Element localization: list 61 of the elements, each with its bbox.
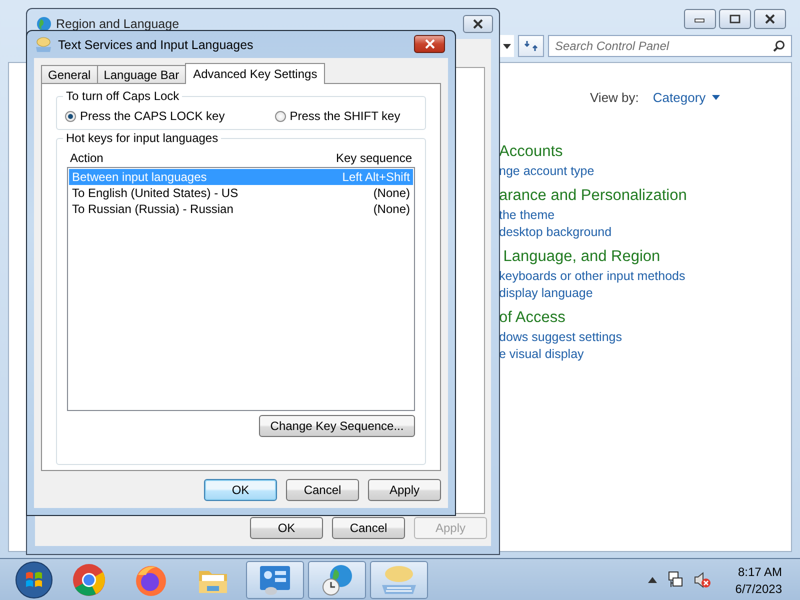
task-link[interactable]: dows suggest settings bbox=[499, 329, 687, 346]
taskbar-button[interactable] bbox=[308, 561, 366, 599]
window-title: Region and Language bbox=[56, 17, 180, 31]
task-link[interactable]: keyboards or other input methods bbox=[499, 268, 687, 285]
dialog-button[interactable]: Cancel bbox=[332, 517, 405, 539]
view-by-label: View by: bbox=[590, 90, 639, 105]
tab[interactable]: Language Bar bbox=[96, 65, 186, 83]
search-icon bbox=[773, 40, 785, 52]
list-row[interactable]: To English (United States) - US (None) bbox=[69, 185, 413, 201]
firefox-icon bbox=[134, 563, 168, 597]
clock[interactable]: 8:17 AM 6/7/2023 bbox=[735, 564, 782, 596]
category-link[interactable]: Language, and Region bbox=[499, 246, 687, 268]
dialog-button[interactable]: OK bbox=[204, 479, 277, 501]
keyboard-icon bbox=[379, 563, 419, 597]
close-button[interactable] bbox=[463, 15, 493, 33]
close-icon bbox=[472, 19, 484, 29]
close-icon bbox=[424, 39, 436, 49]
taskbar-button[interactable] bbox=[370, 561, 428, 599]
category-link[interactable]: of Access bbox=[499, 307, 687, 329]
globe-icon bbox=[36, 16, 52, 32]
search-field[interactable]: Search Control Panel bbox=[548, 35, 792, 57]
dropdown-button[interactable] bbox=[500, 35, 514, 57]
caret-icon bbox=[712, 95, 720, 100]
category-link[interactable]: Accounts bbox=[499, 141, 687, 163]
task-link[interactable]: the theme bbox=[499, 207, 687, 224]
close-button[interactable] bbox=[754, 9, 786, 29]
close-button[interactable] bbox=[414, 35, 445, 53]
category-link[interactable]: arance and Personalization bbox=[499, 185, 687, 207]
refresh-icon bbox=[524, 39, 538, 53]
group-title: Hot keys for input languages bbox=[63, 131, 222, 145]
radio-option[interactable]: Press the CAPS LOCK key bbox=[65, 109, 225, 123]
start-orb-icon bbox=[14, 560, 54, 600]
dialog-button[interactable]: OK bbox=[250, 517, 323, 539]
dialog-button[interactable]: Cancel bbox=[286, 479, 359, 501]
tab[interactable]: General bbox=[41, 65, 98, 83]
view-by-dropdown[interactable]: Category bbox=[652, 90, 720, 105]
caret-icon bbox=[503, 44, 511, 48]
tab[interactable]: Advanced Key Settings bbox=[185, 63, 326, 84]
task-link[interactable]: display language bbox=[499, 285, 687, 302]
maximize-button[interactable] bbox=[719, 9, 751, 29]
maximize-icon bbox=[729, 14, 741, 24]
network-icon[interactable] bbox=[667, 571, 684, 589]
column-header: Key sequence bbox=[336, 151, 412, 165]
speaker-muted-icon[interactable] bbox=[693, 571, 712, 589]
dialog-title: Text Services and Input Languages bbox=[58, 38, 254, 52]
keyboard-icon bbox=[35, 36, 52, 53]
show-hidden-icons-button[interactable] bbox=[648, 577, 658, 583]
radio-option[interactable]: Press the SHIFT key bbox=[274, 109, 400, 123]
column-header: Action bbox=[70, 151, 104, 165]
chrome-icon bbox=[72, 563, 106, 597]
change-key-sequence-button[interactable]: Change Key Sequence... bbox=[259, 415, 415, 437]
taskbar-button[interactable] bbox=[246, 561, 304, 599]
dialog-button[interactable]: Apply bbox=[368, 479, 441, 501]
list-row[interactable]: To Russian (Russia) - Russian (None) bbox=[69, 201, 413, 217]
task-link[interactable]: nge account type bbox=[499, 163, 687, 180]
close-icon bbox=[764, 14, 776, 24]
task-link[interactable]: desktop background bbox=[499, 224, 687, 241]
minimize-button[interactable] bbox=[684, 9, 716, 29]
refresh-button[interactable] bbox=[518, 35, 544, 57]
control-panel-icon bbox=[257, 563, 293, 597]
group-title: To turn off Caps Lock bbox=[63, 89, 182, 103]
